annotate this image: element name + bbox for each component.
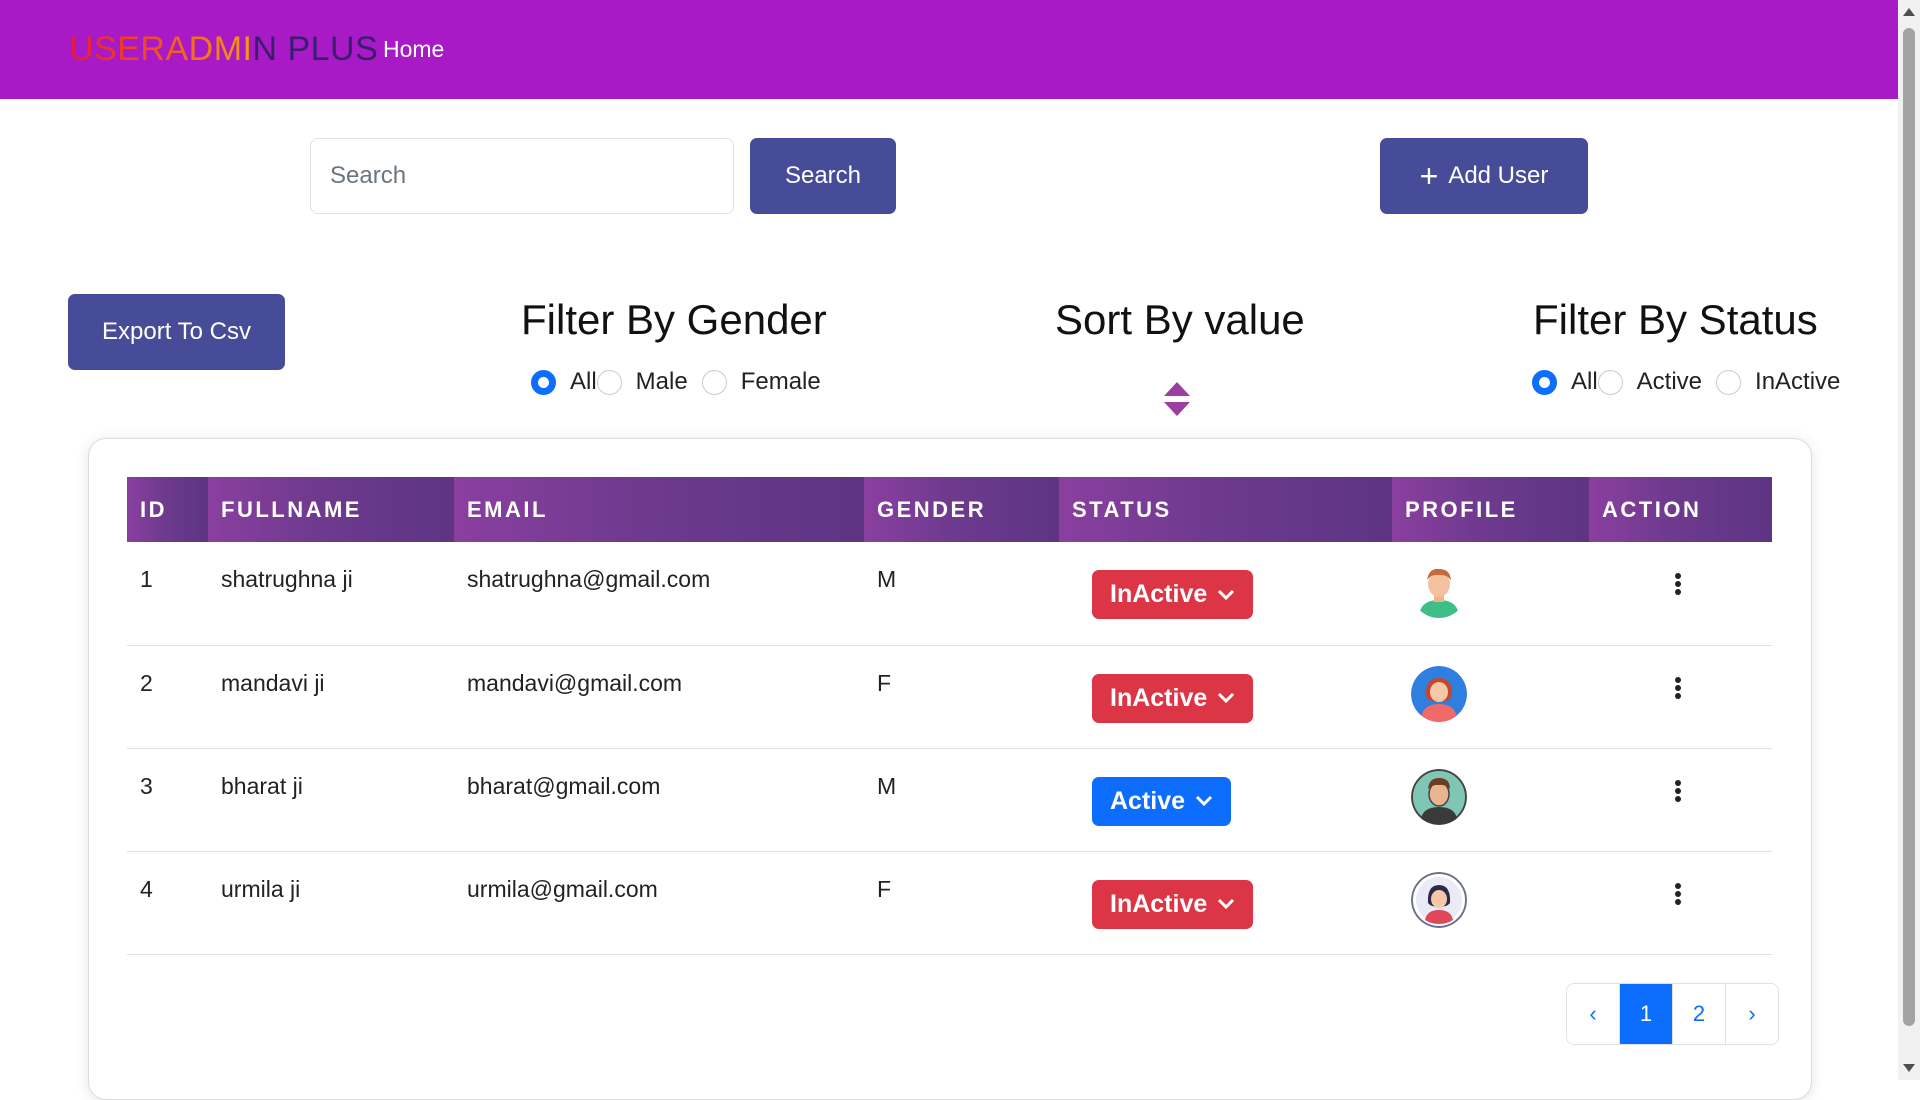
avatar-woman-icon[interactable] bbox=[1411, 871, 1467, 928]
avatar-man-icon[interactable] bbox=[1411, 562, 1467, 618]
scroll-up-arrow-icon[interactable] bbox=[1903, 8, 1915, 16]
cell-action bbox=[1589, 748, 1772, 852]
kebab-menu-icon[interactable] bbox=[1674, 676, 1682, 700]
pagination-next[interactable]: › bbox=[1725, 984, 1778, 1044]
pagination-page-2[interactable]: 2 bbox=[1672, 984, 1725, 1044]
status-label: Active bbox=[1110, 786, 1186, 815]
gender-radio-male[interactable] bbox=[596, 369, 622, 395]
cell-profile bbox=[1392, 645, 1589, 749]
cell-status: Active bbox=[1059, 748, 1392, 852]
avatar-man-icon[interactable] bbox=[1411, 768, 1467, 825]
scroll-down-arrow-icon[interactable] bbox=[1903, 1064, 1915, 1072]
plus-icon: + bbox=[1419, 158, 1439, 194]
cell-status: InActive bbox=[1059, 851, 1392, 955]
kebab-menu-icon[interactable] bbox=[1674, 882, 1682, 906]
status-radio-active[interactable] bbox=[1597, 369, 1623, 395]
navbar: USERADMIN PLUS Home bbox=[0, 0, 1898, 99]
chevron-down-icon bbox=[1218, 589, 1235, 600]
cell-fullname: mandavi ji bbox=[208, 645, 454, 749]
cell-status: InActive bbox=[1059, 542, 1392, 646]
header-gender: GENDER bbox=[864, 477, 1059, 542]
cell-action bbox=[1589, 542, 1772, 646]
gender-radio-female-label: Female bbox=[740, 368, 821, 395]
cell-email: urmila@gmail.com bbox=[454, 851, 864, 955]
status-label: InActive bbox=[1110, 889, 1208, 918]
cell-fullname: shatrughna ji bbox=[208, 542, 454, 646]
filter-gender-title: Filter By Gender bbox=[521, 296, 827, 343]
header-id: ID bbox=[127, 477, 208, 542]
gender-radio-female[interactable] bbox=[701, 369, 727, 395]
cell-gender: M bbox=[864, 748, 1059, 852]
sort-icon[interactable] bbox=[1164, 382, 1190, 416]
search-input[interactable] bbox=[310, 138, 734, 214]
status-radio-all[interactable] bbox=[1532, 369, 1557, 395]
gender-radio-group: All Male Female bbox=[531, 368, 835, 396]
status-radio-inactive-label: InActive bbox=[1755, 368, 1841, 395]
chevron-down-icon bbox=[1218, 898, 1235, 910]
cell-id: 2 bbox=[127, 645, 208, 749]
table-row: 1 shatrughna ji shatrughna@gmail.com M I… bbox=[127, 542, 1772, 646]
table-header-row: ID FULLNAME EMAIL GENDER STATUS PROFILE … bbox=[127, 477, 1772, 542]
brand-logo[interactable]: USERADMIN PLUS bbox=[69, 30, 378, 69]
users-table: ID FULLNAME EMAIL GENDER STATUS PROFILE … bbox=[127, 477, 1772, 955]
cell-gender: M bbox=[864, 542, 1059, 646]
cell-id: 4 bbox=[127, 851, 208, 955]
gender-radio-all-label: All bbox=[570, 368, 597, 395]
header-email: EMAIL bbox=[454, 477, 864, 542]
header-profile: PROFILE bbox=[1392, 477, 1589, 542]
table-row: 4 urmila ji urmila@gmail.com F InActive bbox=[127, 851, 1772, 955]
header-action: ACTION bbox=[1589, 477, 1772, 542]
gender-radio-male-label: Male bbox=[635, 368, 688, 395]
status-dropdown-button[interactable]: InActive bbox=[1092, 673, 1254, 723]
page-scrollbar[interactable] bbox=[1898, 0, 1920, 1080]
export-csv-button[interactable]: Export To Csv bbox=[68, 294, 285, 370]
cell-status: InActive bbox=[1059, 645, 1392, 749]
avatar-woman-icon[interactable] bbox=[1411, 665, 1467, 722]
add-user-label: Add User bbox=[1448, 162, 1549, 189]
cell-action bbox=[1589, 645, 1772, 749]
sort-title: Sort By value bbox=[1055, 296, 1305, 343]
cell-id: 3 bbox=[127, 748, 208, 852]
status-radio-group: All Active InActive bbox=[1532, 368, 1854, 396]
pagination-page-1[interactable]: 1 bbox=[1619, 984, 1672, 1044]
chevron-down-icon bbox=[1195, 795, 1213, 807]
header-status: STATUS bbox=[1059, 477, 1392, 542]
header-fullname: FULLNAME bbox=[208, 477, 454, 542]
cell-email: mandavi@gmail.com bbox=[454, 645, 864, 749]
status-radio-active-label: Active bbox=[1636, 368, 1703, 395]
status-dropdown-button[interactable]: InActive bbox=[1092, 879, 1254, 929]
pagination: ‹ 1 2 › bbox=[1566, 983, 1779, 1045]
cell-fullname: urmila ji bbox=[208, 851, 454, 955]
status-radio-all-label: All bbox=[1571, 368, 1598, 395]
cell-email: bharat@gmail.com bbox=[454, 748, 864, 852]
cell-profile bbox=[1392, 851, 1589, 955]
status-dropdown-button[interactable]: Active bbox=[1092, 776, 1232, 826]
filter-status-title: Filter By Status bbox=[1533, 296, 1818, 343]
cell-email: shatrughna@gmail.com bbox=[454, 542, 864, 646]
chevron-down-icon bbox=[1218, 692, 1235, 704]
nav-home-link[interactable]: Home bbox=[383, 36, 444, 63]
brand-text-gradient: USERADMI bbox=[69, 30, 253, 68]
table-row: 2 mandavi ji mandavi@gmail.com F InActiv… bbox=[127, 645, 1772, 749]
scroll-thumb[interactable] bbox=[1903, 28, 1915, 1026]
status-radio-inactive[interactable] bbox=[1716, 369, 1742, 395]
cell-profile bbox=[1392, 748, 1589, 852]
brand-text-rest: N PLUS bbox=[252, 30, 379, 68]
cell-action bbox=[1589, 851, 1772, 955]
cell-gender: F bbox=[864, 645, 1059, 749]
kebab-menu-icon[interactable] bbox=[1674, 572, 1682, 596]
add-user-button[interactable]: + Add User bbox=[1380, 138, 1588, 214]
status-dropdown-button[interactable]: InActive bbox=[1092, 570, 1254, 619]
cell-fullname: bharat ji bbox=[208, 748, 454, 852]
cell-id: 1 bbox=[127, 542, 208, 646]
pagination-prev[interactable]: ‹ bbox=[1567, 984, 1619, 1044]
cell-profile bbox=[1392, 542, 1589, 646]
table-row: 3 bharat ji bharat@gmail.com M Active bbox=[127, 748, 1772, 852]
status-label: InActive bbox=[1110, 580, 1208, 608]
status-label: InActive bbox=[1110, 683, 1208, 712]
cell-gender: F bbox=[864, 851, 1059, 955]
gender-radio-all[interactable] bbox=[531, 369, 556, 395]
kebab-menu-icon[interactable] bbox=[1674, 779, 1682, 803]
search-button[interactable]: Search bbox=[750, 138, 896, 214]
